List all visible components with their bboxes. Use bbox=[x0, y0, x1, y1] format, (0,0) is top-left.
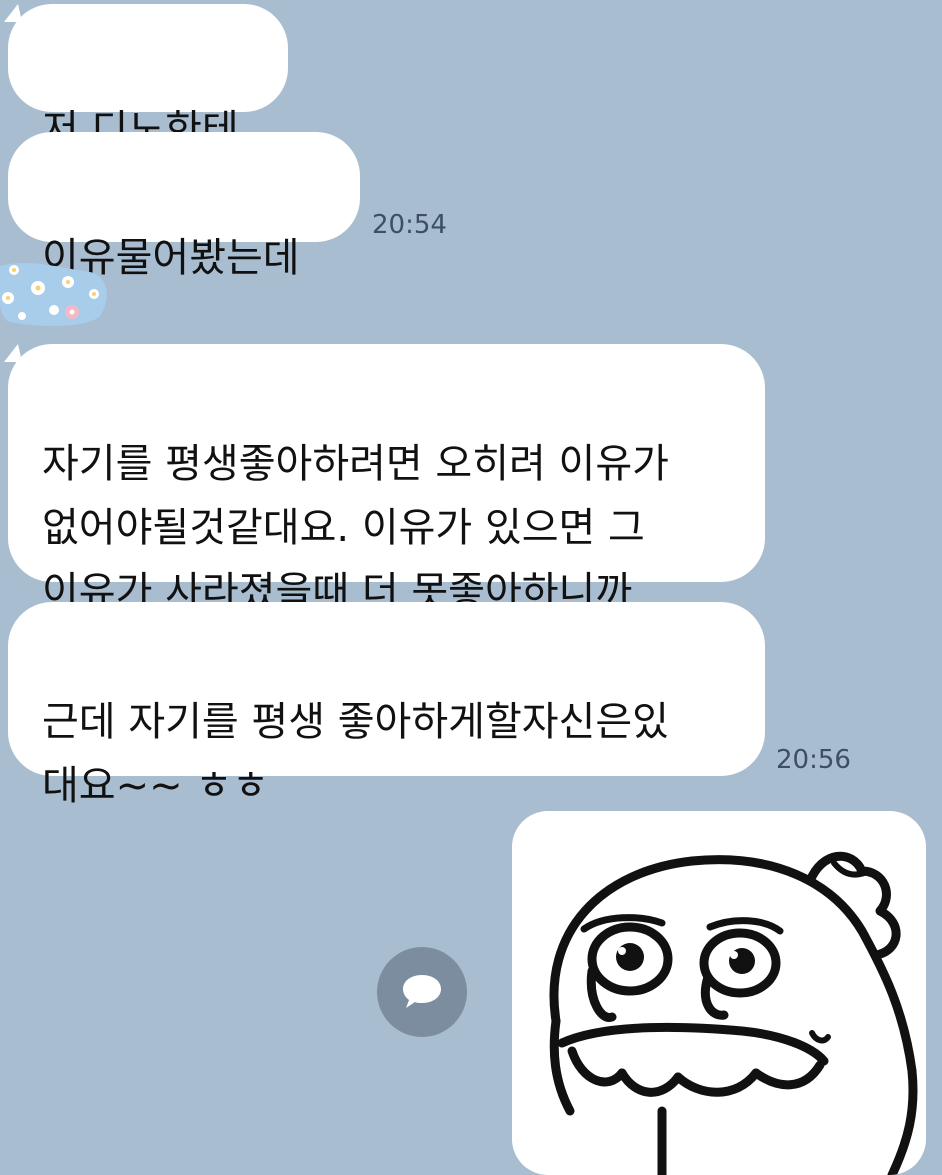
message-bubble[interactable]: 저 디노한테 bbox=[8, 4, 288, 153]
share-button[interactable] bbox=[377, 947, 467, 1037]
message-timestamp: 20:54 bbox=[372, 210, 447, 240]
message-timestamp: 20:56 bbox=[776, 745, 851, 775]
message-bubble[interactable]: 이유물어봤는데 bbox=[8, 132, 360, 281]
speech-bubble-icon bbox=[403, 975, 441, 1008]
message-bubble[interactable]: 근데 자기를 평생 좋아하게할자신은있 대요~~ ㅎㅎ bbox=[8, 602, 765, 809]
message-bubble[interactable]: 자기를 평생좋아하려면 오히려 이유가 없어야될것같대요. 이유가 있으면 그 … bbox=[8, 344, 765, 615]
message-text: 근데 자기를 평생 좋아하게할자신은있 대요~~ ㅎㅎ bbox=[42, 699, 669, 809]
crying-character-emoticon[interactable] bbox=[512, 811, 926, 1175]
flower-pattern-bubble-icon[interactable] bbox=[0, 258, 110, 328]
message-text: 자기를 평생좋아하려면 오히려 이유가 없어야될것같대요. 이유가 있으면 그 … bbox=[42, 441, 669, 615]
